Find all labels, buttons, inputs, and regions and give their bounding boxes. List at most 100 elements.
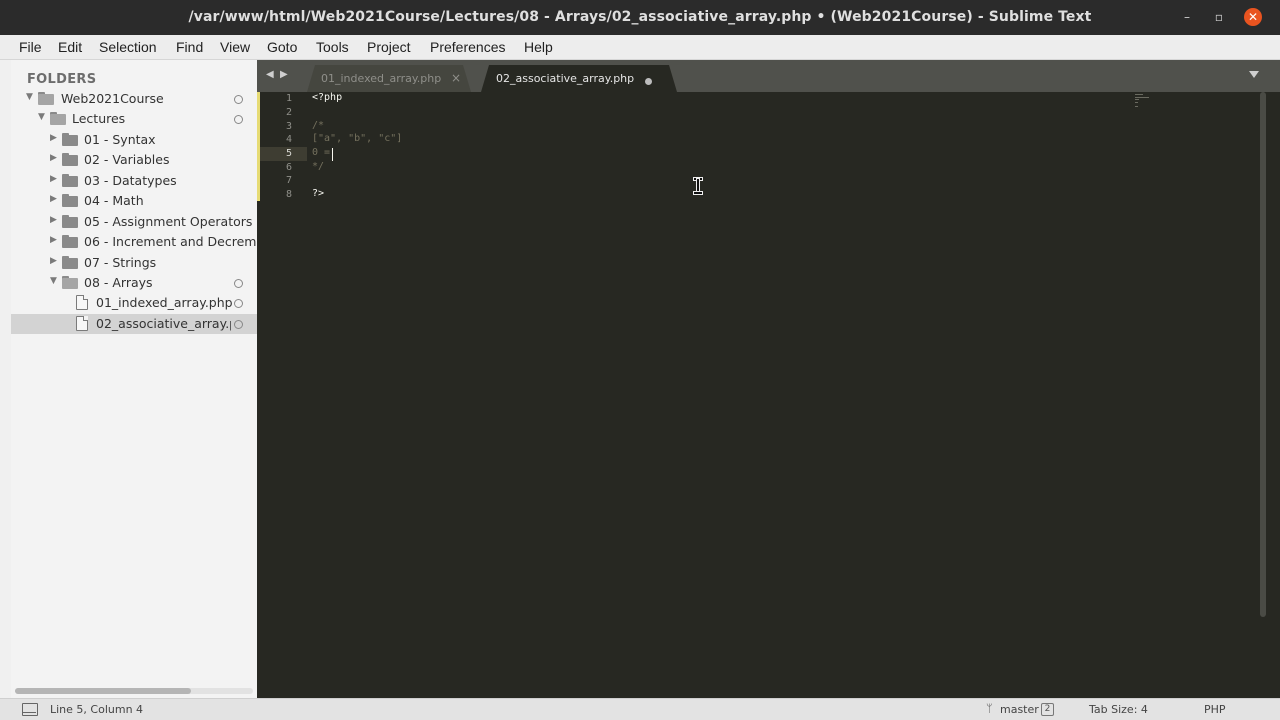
unsaved-dot-icon[interactable] — [645, 78, 652, 85]
menu-preferences[interactable]: Preferences — [430, 39, 505, 55]
tree-item-03-datatypes[interactable]: ▶ 03 - Datatypes — [11, 171, 257, 191]
folders-heading: FOLDERS — [27, 72, 97, 87]
tree-item-label: 04 - Math — [84, 193, 144, 208]
git-branch-icon: ᛘ — [986, 702, 993, 715]
file-icon — [76, 316, 88, 331]
maximize-button[interactable]: ▫ — [1211, 9, 1227, 25]
expand-down-icon[interactable]: ▼ — [50, 276, 57, 286]
folder-icon — [62, 174, 78, 187]
menu-edit[interactable]: Edit — [58, 39, 82, 55]
minimize-button[interactable]: – — [1179, 9, 1195, 25]
expand-right-icon[interactable]: ▶ — [50, 174, 57, 184]
line-number: 1 — [285, 93, 292, 104]
folder-open-icon — [50, 112, 66, 125]
menu-find[interactable]: Find — [176, 39, 203, 55]
folder-icon — [62, 235, 78, 248]
tab-01-indexed-array[interactable]: 01_indexed_array.php × — [307, 65, 471, 92]
git-changes-badge[interactable]: 2 — [1041, 703, 1054, 716]
tree-item-lectures[interactable]: ▼ Lectures — [11, 109, 257, 129]
tree-item-01-syntax[interactable]: ▶ 01 - Syntax — [11, 130, 257, 150]
tab-label: 02_associative_array.php — [496, 72, 635, 85]
file-icon — [76, 295, 88, 310]
tab-prev-icon[interactable]: ◀ — [266, 69, 274, 80]
menu-view[interactable]: View — [220, 39, 250, 55]
tree-item-06-increment[interactable]: ▶ 06 - Increment and Decreme — [11, 232, 257, 252]
tree-item-label: 05 - Assignment Operators — [84, 214, 253, 229]
expand-right-icon[interactable]: ▶ — [50, 256, 57, 266]
folder-open-icon — [62, 276, 78, 289]
tree-item-08-arrays[interactable]: ▼ 08 - Arrays — [11, 273, 257, 293]
menu-goto[interactable]: Goto — [267, 39, 297, 55]
cursor-position: Line 5, Column 4 — [50, 703, 144, 716]
open-indicator-icon — [234, 115, 243, 124]
line-number: 3 — [285, 121, 292, 132]
code-line: 3 /* — [257, 120, 1257, 134]
tree-item-label: 03 - Datatypes — [84, 173, 177, 188]
tab-dropdown-icon[interactable] — [1249, 71, 1259, 78]
line-number: 2 — [285, 107, 292, 118]
code-text: ?> — [312, 188, 325, 199]
expand-right-icon[interactable]: ▶ — [50, 133, 57, 143]
line-number: 6 — [285, 162, 292, 173]
menu-project[interactable]: Project — [367, 39, 411, 55]
expand-right-icon[interactable]: ▶ — [50, 153, 57, 163]
tree-item-web2021course[interactable]: ▼ Web2021Course — [11, 89, 257, 109]
code-line: 7 — [257, 174, 1257, 188]
sidebar: FOLDERS ▼ Web2021Course ▼ Lectures ▶ 01 … — [11, 60, 257, 698]
tab-next-icon[interactable]: ▶ — [280, 69, 288, 80]
window-title: /var/www/html/Web2021Course/Lectures/08 … — [188, 9, 1092, 25]
tab-label: 01_indexed_array.php — [321, 72, 442, 85]
tree-item-02-associative-array[interactable]: 02_associative_array.ph — [11, 314, 257, 334]
left-edge — [0, 60, 11, 698]
tree-item-04-math[interactable]: ▶ 04 - Math — [11, 191, 257, 211]
code-editor[interactable]: 1 <?php 2 3 /* 4 ["a", "b", "c"] 5 0 = 6… — [257, 92, 1280, 698]
tab-02-associative-array[interactable]: 02_associative_array.php — [481, 65, 677, 92]
minimap[interactable] — [1135, 94, 1155, 108]
tree-item-label: 06 - Increment and Decreme — [84, 234, 257, 249]
menu-help[interactable]: Help — [524, 39, 553, 55]
sidebar-scrollbar-thumb[interactable] — [15, 688, 191, 694]
code-line: 2 — [257, 106, 1257, 120]
folder-icon — [62, 194, 78, 207]
expand-down-icon[interactable]: ▼ — [38, 112, 45, 122]
panel-toggle-icon[interactable] — [22, 703, 38, 716]
status-bar: Line 5, Column 4 ᛘ master 2 Tab Size: 4 … — [0, 698, 1280, 720]
close-button[interactable]: ✕ — [1244, 8, 1262, 26]
open-indicator-icon — [234, 279, 243, 288]
open-indicator-icon — [234, 299, 243, 308]
git-branch[interactable]: master — [1000, 703, 1039, 716]
menu-file[interactable]: File — [19, 39, 42, 55]
open-indicator-icon — [234, 320, 243, 329]
expand-right-icon[interactable]: ▶ — [50, 235, 57, 245]
title-bar: /var/www/html/Web2021Course/Lectures/08 … — [0, 0, 1280, 35]
tree-item-label: 02 - Variables — [84, 152, 170, 167]
expand-down-icon[interactable]: ▼ — [26, 92, 33, 102]
tree-item-label: 02_associative_array.ph — [96, 316, 231, 331]
expand-right-icon[interactable]: ▶ — [50, 215, 57, 225]
open-indicator-icon — [234, 95, 243, 104]
menu-tools[interactable]: Tools — [316, 39, 349, 55]
line-number: 4 — [285, 134, 292, 145]
menu-bar: File Edit Selection Find View Goto Tools… — [0, 35, 1280, 60]
code-line: 4 ["a", "b", "c"] — [257, 133, 1257, 147]
code-line: 6 */ — [257, 161, 1257, 175]
expand-right-icon[interactable]: ▶ — [50, 194, 57, 204]
tree-item-label: Lectures — [72, 111, 126, 126]
folder-icon — [62, 215, 78, 228]
tree-item-02-variables[interactable]: ▶ 02 - Variables — [11, 150, 257, 170]
tree-item-07-strings[interactable]: ▶ 07 - Strings — [11, 253, 257, 273]
code-line-current: 5 0 = — [257, 147, 1257, 161]
tree-item-01-indexed-array[interactable]: 01_indexed_array.php — [11, 293, 257, 313]
text-cursor — [332, 148, 333, 161]
menu-selection[interactable]: Selection — [99, 39, 157, 55]
code-line: 1 <?php — [257, 92, 1257, 106]
tab-close-icon[interactable]: × — [451, 71, 461, 85]
tab-size-selector[interactable]: Tab Size: 4 — [1089, 703, 1148, 716]
folder-icon — [62, 256, 78, 269]
tree-item-label: 01 - Syntax — [84, 132, 156, 147]
line-number: 8 — [285, 189, 292, 200]
folder-open-icon — [38, 92, 54, 105]
tree-item-05-assignment-operators[interactable]: ▶ 05 - Assignment Operators — [11, 212, 257, 232]
editor-scrollbar[interactable] — [1260, 92, 1266, 617]
syntax-selector[interactable]: PHP — [1204, 703, 1226, 716]
